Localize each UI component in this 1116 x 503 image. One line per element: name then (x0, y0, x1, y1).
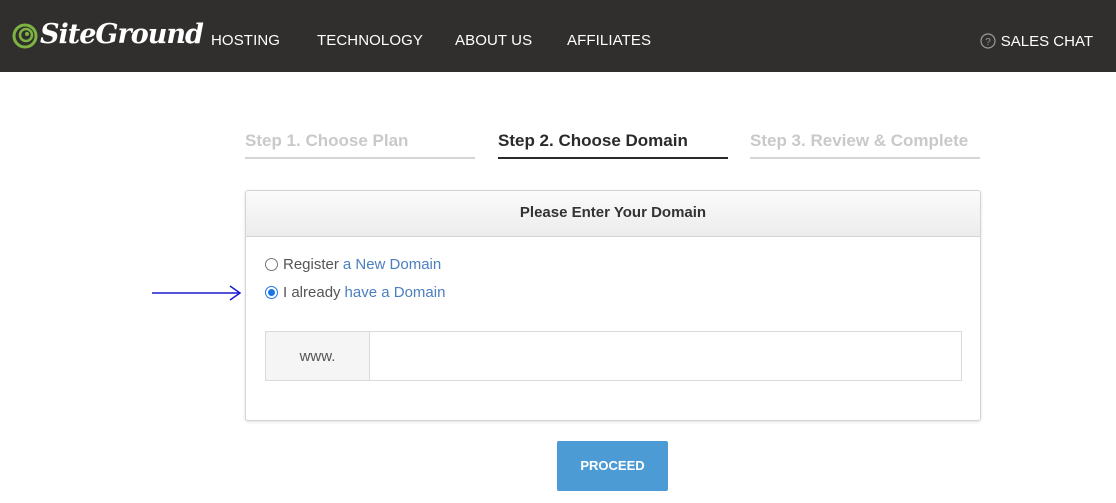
domain-input[interactable] (370, 332, 961, 380)
right-arrow-icon (152, 285, 242, 301)
have-domain-link[interactable]: have a Domain (345, 284, 446, 301)
siteground-swirl-icon (12, 23, 38, 49)
existing-domain-radio[interactable] (265, 286, 278, 299)
register-new-domain-radio[interactable] (265, 258, 278, 271)
www-prefix: www. (266, 332, 370, 380)
nav-hosting[interactable]: HOSTING (211, 0, 280, 72)
question-circle-icon: ? (980, 33, 996, 49)
brand-name: SiteGround (40, 19, 204, 50)
proceed-button[interactable]: PROCEED (557, 441, 668, 491)
domain-panel: Please Enter Your Domain Register a New … (245, 190, 981, 421)
option-prefix: Register (283, 256, 339, 273)
domain-input-group: www. (265, 331, 962, 381)
option-prefix: I already (283, 284, 341, 301)
new-domain-link[interactable]: a New Domain (343, 256, 441, 273)
nav-affiliates[interactable]: AFFILIATES (567, 0, 651, 72)
panel-title: Please Enter Your Domain (246, 191, 980, 237)
existing-domain-option[interactable]: I already have a Domain (265, 284, 445, 301)
register-new-domain-option[interactable]: Register a New Domain (265, 256, 441, 273)
svg-text:?: ? (985, 37, 991, 48)
sales-chat-button[interactable]: ? SALES CHAT (980, 0, 1093, 72)
step-choose-domain: Step 2. Choose Domain (498, 131, 728, 159)
siteground-logo[interactable]: SiteGround (12, 18, 204, 52)
nav-about-us[interactable]: ABOUT US (455, 0, 532, 72)
step-choose-plan[interactable]: Step 1. Choose Plan (245, 131, 475, 159)
nav-technology[interactable]: TECHNOLOGY (317, 0, 423, 72)
sales-chat-label: SALES CHAT (1000, 32, 1093, 50)
top-nav-bar: SiteGround HOSTING TECHNOLOGY ABOUT US A… (0, 0, 1116, 72)
step-review-complete: Step 3. Review & Complete (750, 131, 980, 159)
